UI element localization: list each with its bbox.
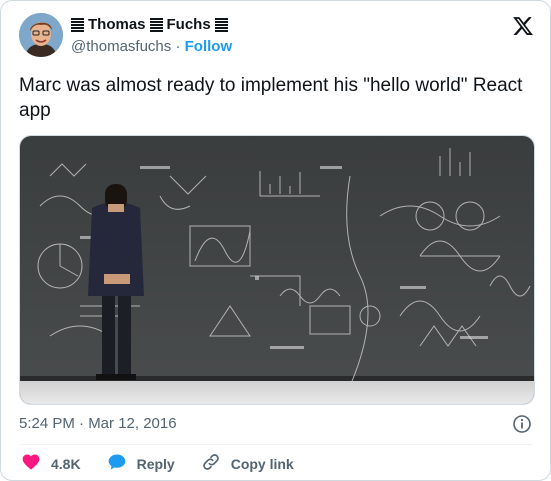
link-icon [201,452,221,477]
handle[interactable]: @thomasfuchs [71,38,171,55]
divider [19,444,532,445]
like-button[interactable]: 4.8K [21,452,81,477]
follow-button[interactable]: Follow [185,38,233,55]
separator: · [175,38,181,55]
timestamp[interactable]: 5:24 PM · Mar 12, 2016 [19,415,177,432]
flag-icon [149,18,163,32]
reply-button[interactable]: Reply [107,452,175,477]
author-names: Thomas Fuchs @thomasfuchs · Follow [71,15,232,57]
flag-icon [71,18,84,32]
display-name[interactable]: Thomas Fuchs [71,15,232,35]
tweet-header: Thomas Fuchs @thomasfuchs · Follow [19,13,534,61]
tweet-card: Thomas Fuchs @thomasfuchs · Follow Marc … [0,0,551,481]
like-count: 4.8K [51,456,81,472]
avatar[interactable] [19,13,63,57]
timestamp-row: 5:24 PM · Mar 12, 2016 [19,413,532,435]
x-logo-icon[interactable] [512,15,534,37]
reply-bubble-icon [107,452,127,477]
copy-link-button[interactable]: Copy link [201,452,294,477]
display-name-last: Fuchs [166,16,211,33]
info-icon[interactable] [512,414,532,434]
heart-icon [21,452,41,477]
copy-link-label: Copy link [230,456,294,472]
handle-row: @thomasfuchs · Follow [71,37,232,57]
action-bar: 4.8K Reply Copy link [21,453,320,475]
flag-icon [214,18,228,32]
tweet-text: Marc was almost ready to implement his "… [19,75,523,121]
tweet-media-image[interactable] [19,135,535,405]
display-name-first: Thomas [88,16,146,33]
reply-label: Reply [136,456,175,472]
